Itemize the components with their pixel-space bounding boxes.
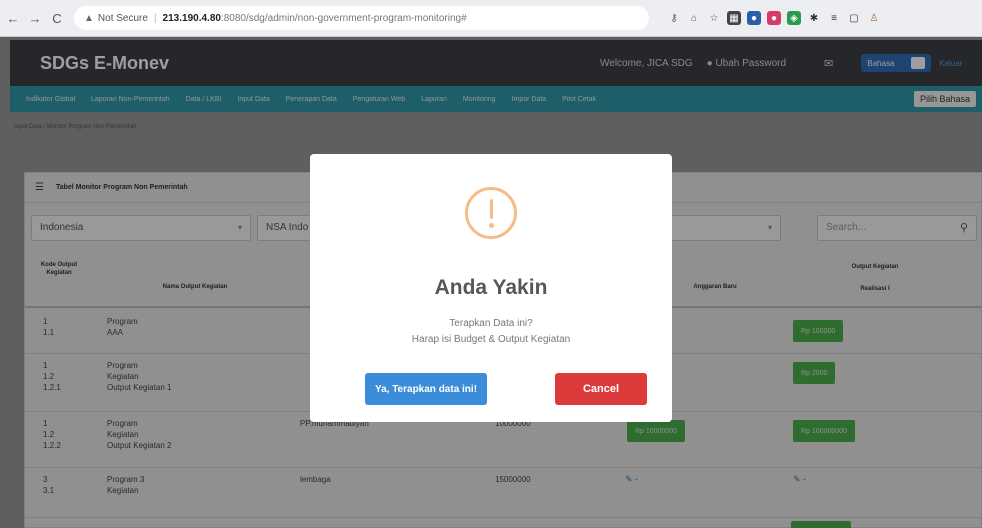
forward-arrow-icon[interactable]: → [26,11,44,26]
star-icon[interactable]: ☆ [707,11,721,25]
key-icon[interactable]: ⚷ [667,11,681,25]
warning-triangle-icon[interactable]: ▲ [84,13,94,24]
account-icon[interactable]: ⌂ [687,11,701,25]
puzzle-icon[interactable]: ✱ [807,11,821,25]
window-icon[interactable]: ▢ [847,11,861,25]
url-separator: | [153,12,157,24]
address-bar[interactable]: ▲ Not Secure | 213.190.4.80 :8080/sdg/ad… [74,6,649,30]
not-secure-label[interactable]: Not Secure [98,13,148,24]
dialog-title: Anda Yakin [434,276,548,299]
url-host: 213.190.4.80 [162,12,221,24]
extension-bar: ⚷ ⌂ ☆ ▦ ● ● ◈ ✱ ≡ ▢ ♙ [667,11,881,25]
extension-icon[interactable]: ● [767,11,781,25]
warning-icon-dot [489,223,494,228]
extension-icon[interactable]: ● [747,11,761,25]
reload-icon[interactable]: C [48,11,66,26]
browser-toolbar: ← → C ▲ Not Secure | 213.190.4.80 :8080/… [0,0,982,37]
back-arrow-icon[interactable]: ← [4,11,22,26]
profile-icon[interactable]: ♙ [867,11,881,25]
warning-icon [465,187,517,239]
dialog-hint: Harap isi Budget & Output Kegiatan [411,334,571,345]
warning-icon-bar [490,199,493,219]
url-path: :8080/sdg/admin/non-government-program-m… [220,12,467,24]
cancel-button[interactable]: Cancel [555,373,647,405]
confirm-button[interactable]: Ya, Terapkan data ini! [365,373,487,405]
list-icon[interactable]: ≡ [827,11,841,25]
extension-icon[interactable]: ◈ [787,11,801,25]
grid-icon[interactable]: ▦ [727,11,741,25]
confirm-dialog: Anda Yakin Terapkan Data ini? Harap isi … [310,154,672,422]
dialog-message: Terapkan Data ini? [449,318,533,329]
